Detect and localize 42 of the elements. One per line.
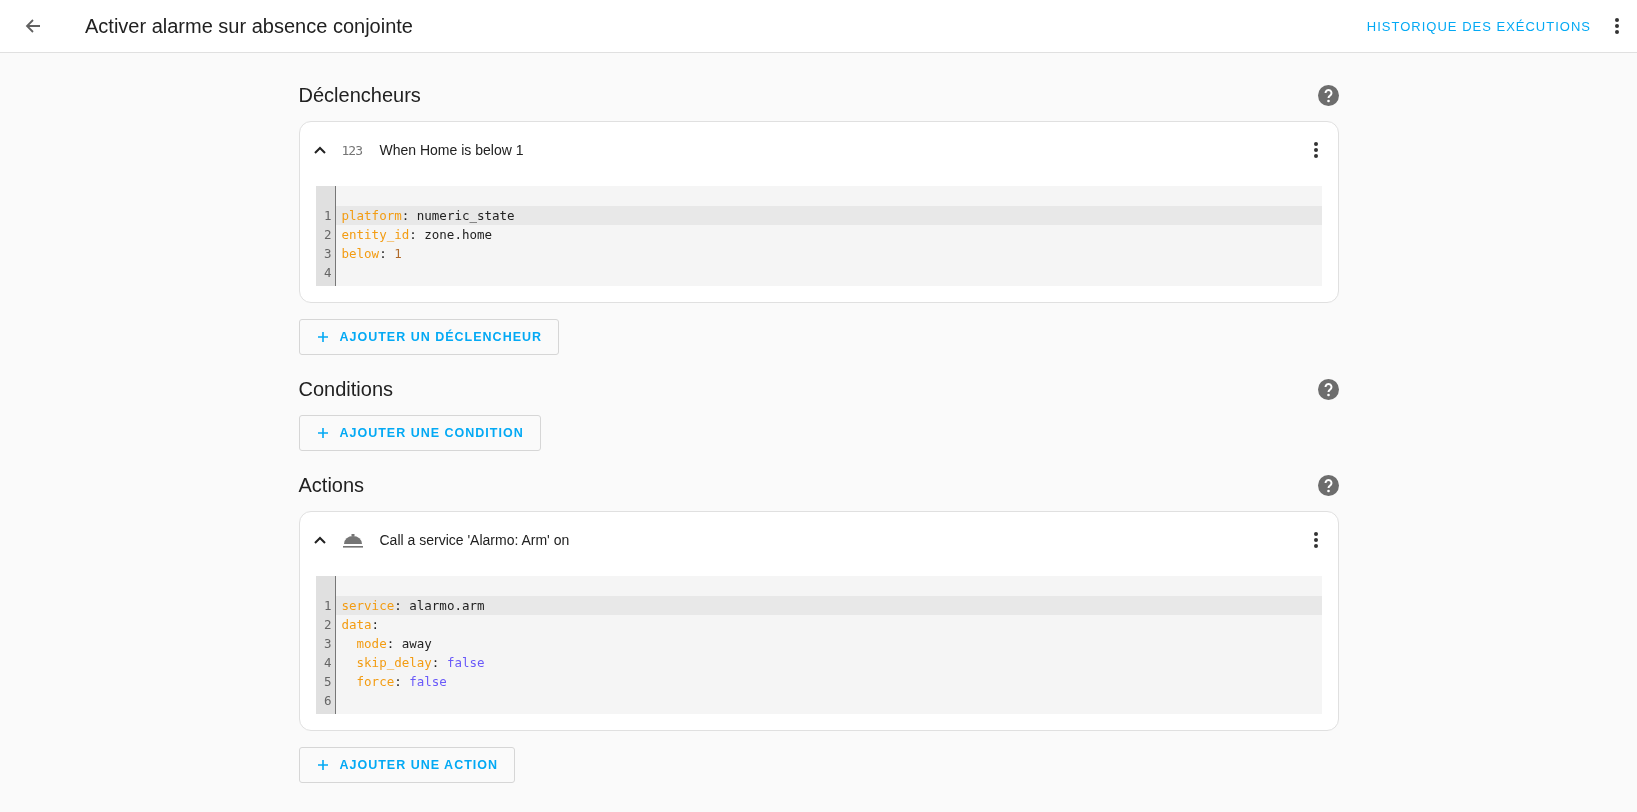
line-number: 4: [322, 654, 333, 672]
line-number: 2: [322, 616, 333, 634]
section-title: Déclencheurs: [298, 83, 421, 107]
plus-icon: [317, 760, 328, 770]
more-icon[interactable]: [1313, 142, 1318, 158]
section-title: Actions: [298, 473, 365, 497]
line-number: 1: [322, 207, 333, 225]
help-icon[interactable]: [1317, 474, 1339, 496]
code-line: skip_delay: false: [355, 654, 486, 672]
back-arrow-icon[interactable]: [25, 18, 41, 34]
add-button[interactable]: AJOUTER UN DÉCLENCHEUR: [298, 319, 560, 355]
line-number: 1: [322, 597, 333, 615]
line-number: 3: [322, 635, 333, 653]
more-icon[interactable]: [1615, 18, 1619, 34]
code-line: below: 1: [340, 245, 403, 263]
card-title: Call a service 'Alarmo: Arm' on: [379, 532, 571, 548]
code-line: entity_id: zone.home: [340, 226, 494, 244]
chevron-up-icon[interactable]: [313, 536, 326, 544]
chevron-up-icon[interactable]: [313, 146, 326, 154]
code-line: mode: away: [355, 635, 433, 653]
code-line: data:: [340, 616, 381, 634]
help-icon[interactable]: [1317, 84, 1339, 106]
line-number: 4: [322, 264, 333, 282]
line-number: 3: [322, 245, 333, 263]
service-bell-icon: [341, 532, 364, 548]
plus-icon: [317, 332, 328, 342]
line-number: 6: [322, 692, 333, 710]
page-title: Activer alarme sur absence conjointe: [85, 14, 414, 38]
add-button[interactable]: AJOUTER UNE ACTION: [298, 747, 515, 783]
run-history-button[interactable]: HISTORIQUE DES EXÉCUTIONS: [1360, 10, 1597, 42]
help-icon[interactable]: [1317, 378, 1339, 400]
line-number: 2: [322, 226, 333, 244]
code-line: force: false: [355, 673, 448, 691]
add-button[interactable]: AJOUTER UNE CONDITION: [298, 415, 541, 451]
yaml-code-editor[interactable]: 1 2 3 4 platform: numeric_state entity_id: zone.home below: 1: [315, 186, 1322, 286]
section-title: Conditions: [298, 377, 393, 401]
yaml-code-editor[interactable]: 1 2 3 4 5 6 service: alarmo.arm data: mode: away skip_delay: false force: false: [315, 576, 1322, 714]
numeric-icon: 123: [341, 142, 362, 158]
line-number: 5: [322, 673, 333, 691]
plus-icon: [317, 428, 328, 438]
card-title: When Home is below 1: [379, 142, 525, 158]
more-icon[interactable]: [1313, 532, 1318, 548]
